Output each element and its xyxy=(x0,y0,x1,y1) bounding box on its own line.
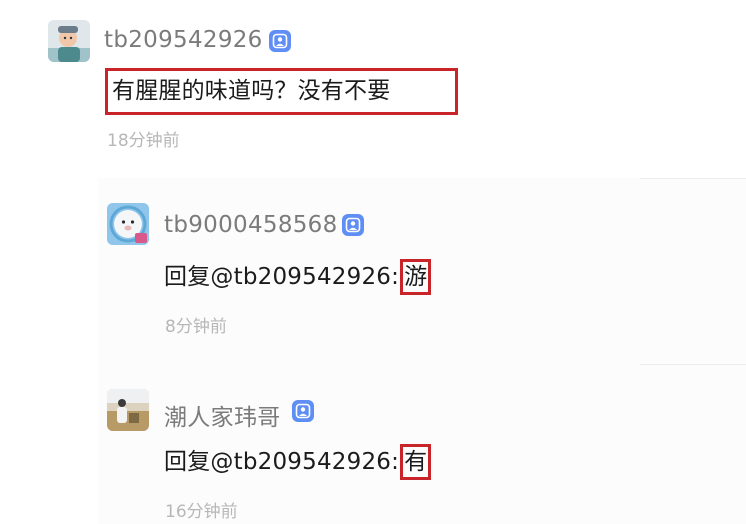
comment-username[interactable]: tb209542926 xyxy=(104,27,263,53)
comment-text-value: 有腥腥的味道吗？没有不要 xyxy=(112,78,391,104)
comment-text: 有腥腥的味道吗？没有不要 xyxy=(105,68,458,115)
outdoor-photo-avatar-icon xyxy=(107,389,149,431)
reply-time: 8分钟前 xyxy=(165,317,227,337)
reply-divider xyxy=(640,364,746,365)
reply-username[interactable]: tb9000458568 xyxy=(164,212,338,238)
reply-highlight: 有 xyxy=(400,444,432,480)
comment-avatar[interactable] xyxy=(48,20,90,62)
reply-panel-divider xyxy=(640,178,746,179)
child-photo-avatar-icon xyxy=(48,20,90,62)
reply-time: 16分钟前 xyxy=(165,502,238,522)
user-badge-icon xyxy=(342,214,364,236)
reply-text: 回复@tb209542926: 游 xyxy=(164,259,432,295)
reply-text: 回复@tb209542926: 有 xyxy=(164,444,432,480)
user-badge-icon xyxy=(269,30,291,52)
user-badge-icon xyxy=(292,400,314,422)
reply-highlight: 游 xyxy=(400,259,432,295)
reply-avatar[interactable] xyxy=(107,203,149,245)
cartoon-seal-avatar-icon xyxy=(107,203,149,245)
reply-username[interactable]: 潮人家玮哥 xyxy=(164,398,281,432)
reply-prefix: 回复@tb209542926: xyxy=(164,449,400,475)
comment-time: 18分钟前 xyxy=(107,131,180,151)
reply-avatar[interactable] xyxy=(107,389,149,431)
reply-prefix: 回复@tb209542926: xyxy=(164,264,400,290)
